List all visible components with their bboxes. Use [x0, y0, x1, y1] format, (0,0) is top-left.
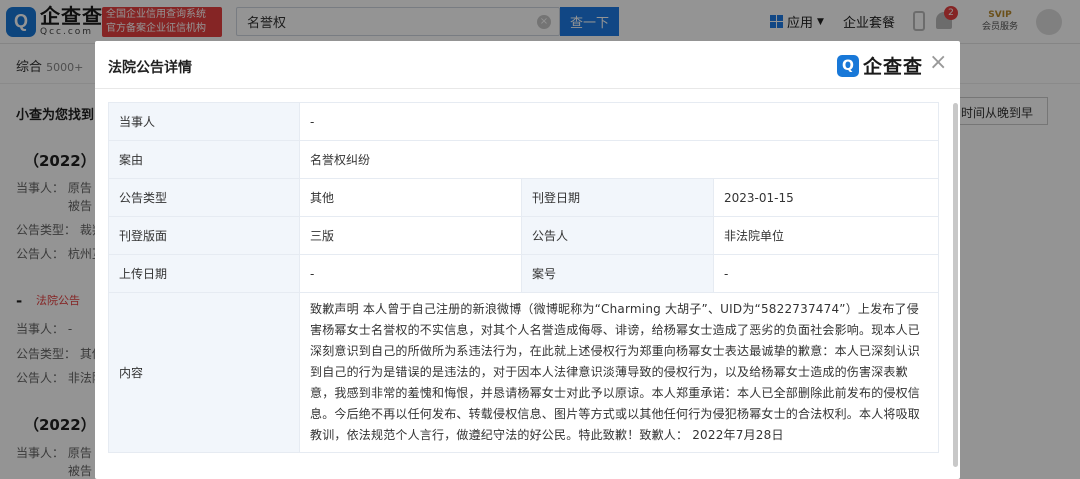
page-label: 刊登版面 — [108, 216, 300, 255]
logo-name: 企查查 — [863, 56, 924, 78]
content-value: 致歉声明 本人曾于自己注册的新浪微博（微博昵称为“Charming 大胡子”、U… — [298, 292, 940, 453]
scrollbar[interactable] — [953, 103, 958, 467]
table-row: 当事人 - — [108, 102, 940, 141]
cause-value: 名誉权纠纷 — [298, 140, 940, 179]
party-label: 当事人 — [108, 102, 300, 141]
table-row: 内容 致歉声明 本人曾于自己注册的新浪微博（微博昵称为“Charming 大胡子… — [108, 292, 940, 453]
upload-value: - — [299, 254, 522, 293]
type-label: 公告类型 — [108, 178, 300, 217]
table-row: 案由 名誉权纠纷 — [108, 140, 940, 179]
table-row: 公告类型 其他 刊登日期 2023-01-15 — [108, 178, 940, 217]
table-row: 上传日期 - 案号 - — [108, 254, 940, 293]
court-notice-dialog: 法院公告详情 Q 企查查 × 当事人 - 案由 名誉权纠纷 公告类型 其他 刊登… — [95, 41, 960, 479]
close-icon[interactable]: × — [929, 52, 947, 74]
type-value: 其他 — [299, 178, 522, 217]
upload-label: 上传日期 — [108, 254, 300, 293]
announcer-value: 非法院单位 — [712, 216, 940, 255]
caseno-label: 案号 — [521, 254, 714, 293]
pubdate-value: 2023-01-15 — [712, 178, 940, 217]
caseno-value: - — [712, 254, 940, 293]
dialog-title: 法院公告详情 — [108, 60, 192, 76]
cause-label: 案由 — [108, 140, 300, 179]
dialog-header: 法院公告详情 Q 企查查 × — [95, 41, 960, 89]
detail-table: 当事人 - 案由 名誉权纠纷 公告类型 其他 刊登日期 2023-01-15 刊… — [108, 102, 940, 453]
dialog-logo: Q 企查查 — [837, 52, 923, 79]
content-label: 内容 — [108, 292, 300, 453]
table-row: 刊登版面 三版 公告人 非法院单位 — [108, 216, 940, 255]
party-value: - — [298, 102, 940, 141]
announcer-label: 公告人 — [521, 216, 714, 255]
page-value: 三版 — [299, 216, 522, 255]
pubdate-label: 刊登日期 — [521, 178, 714, 217]
logo-mark: Q — [837, 54, 859, 77]
